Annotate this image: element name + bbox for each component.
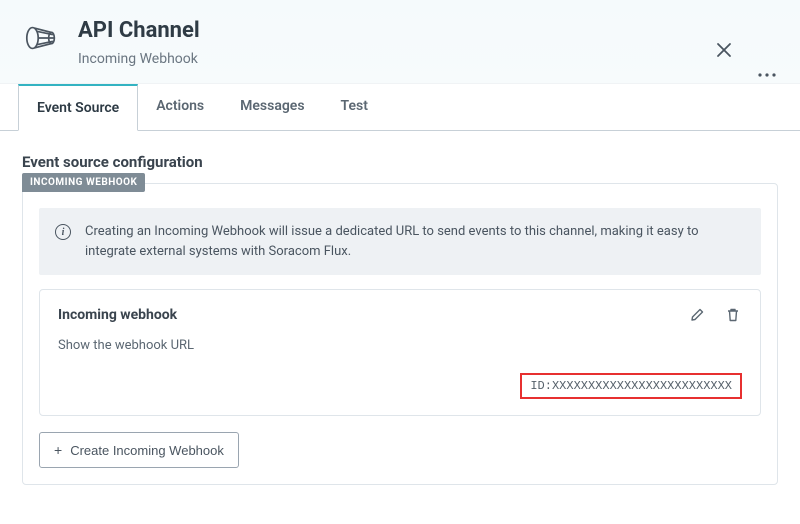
page-subtitle: Incoming Webhook: [78, 51, 200, 67]
delete-button[interactable]: [724, 306, 742, 324]
config-panel: INCOMING WEBHOOK i Creating an Incoming …: [22, 183, 778, 485]
webhook-card: Incoming webhook Show the webhook URL ID…: [39, 289, 761, 416]
page-title: API Channel: [78, 18, 200, 43]
tab-messages[interactable]: Messages: [222, 84, 322, 131]
info-text: Creating an Incoming Webhook will issue …: [85, 222, 745, 261]
webhook-id: ID:XXXXXXXXXXXXXXXXXXXXXXXXX: [520, 373, 742, 399]
channel-icon: [22, 18, 62, 58]
show-webhook-url-link[interactable]: Show the webhook URL: [58, 338, 742, 353]
close-button[interactable]: [712, 37, 736, 67]
more-options-button[interactable]: [754, 58, 780, 85]
plus-icon: +: [54, 442, 62, 458]
tab-event-source[interactable]: Event Source: [18, 84, 138, 131]
edit-button[interactable]: [688, 306, 706, 324]
info-box: i Creating an Incoming Webhook will issu…: [39, 208, 761, 275]
create-button-label: Create Incoming Webhook: [70, 443, 224, 458]
tabs: Event Source Actions Messages Test: [0, 84, 800, 131]
tab-test[interactable]: Test: [323, 84, 386, 131]
create-incoming-webhook-button[interactable]: + Create Incoming Webhook: [39, 432, 239, 468]
webhook-card-title: Incoming webhook: [58, 307, 177, 323]
tab-actions[interactable]: Actions: [138, 84, 222, 131]
header: API Channel Incoming Webhook: [0, 0, 800, 84]
info-icon: i: [55, 224, 71, 240]
panel-badge: INCOMING WEBHOOK: [22, 173, 145, 192]
